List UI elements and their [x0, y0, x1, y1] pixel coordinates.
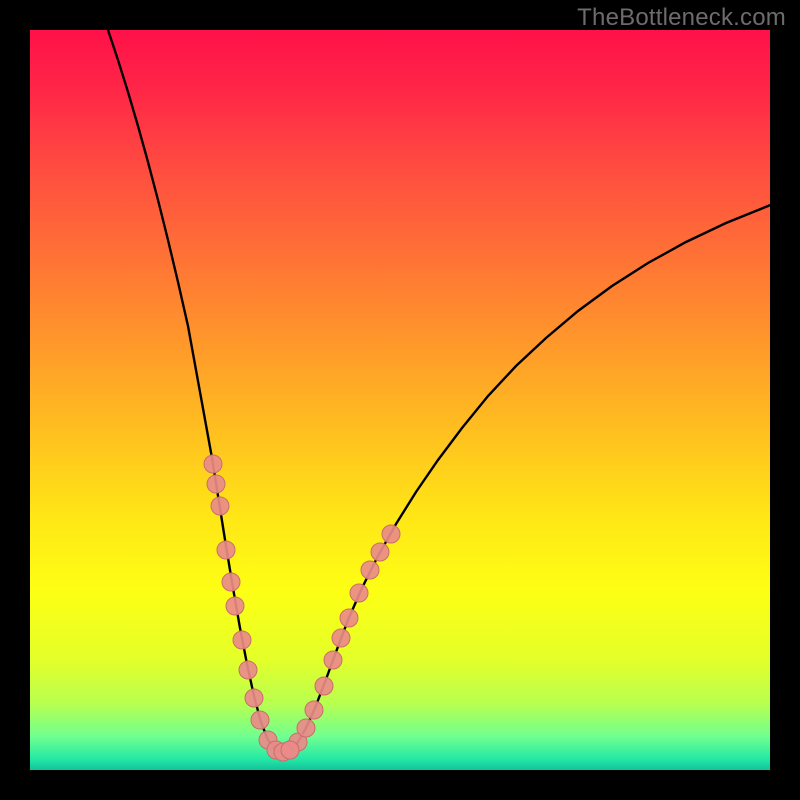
- plot-area: [30, 30, 770, 770]
- curve-dot: [226, 597, 244, 615]
- curve-dot: [315, 677, 333, 695]
- curve-dot: [239, 661, 257, 679]
- curve-dot: [382, 525, 400, 543]
- curve-dot: [371, 543, 389, 561]
- curve-dot: [222, 573, 240, 591]
- curve-dots-bottom: [267, 741, 299, 761]
- curve-dot: [297, 719, 315, 737]
- curve-dot: [361, 561, 379, 579]
- curve-dot: [281, 741, 299, 759]
- curve-dot: [340, 609, 358, 627]
- curve-dot: [324, 651, 342, 669]
- bottleneck-curve: [108, 30, 770, 752]
- curve-dot: [211, 497, 229, 515]
- curve-layer: [30, 30, 770, 770]
- curve-dot: [204, 455, 222, 473]
- curve-dot: [305, 701, 323, 719]
- curve-dot: [233, 631, 251, 649]
- chart-frame: TheBottleneck.com: [0, 0, 800, 800]
- curve-dot: [245, 689, 263, 707]
- curve-dot: [251, 711, 269, 729]
- watermark-text: TheBottleneck.com: [577, 4, 786, 32]
- curve-dots-right: [281, 525, 400, 759]
- curve-dot: [350, 584, 368, 602]
- curve-dot: [207, 475, 225, 493]
- curve-dot: [217, 541, 235, 559]
- curve-dots-left: [204, 455, 277, 749]
- curve-dot: [332, 629, 350, 647]
